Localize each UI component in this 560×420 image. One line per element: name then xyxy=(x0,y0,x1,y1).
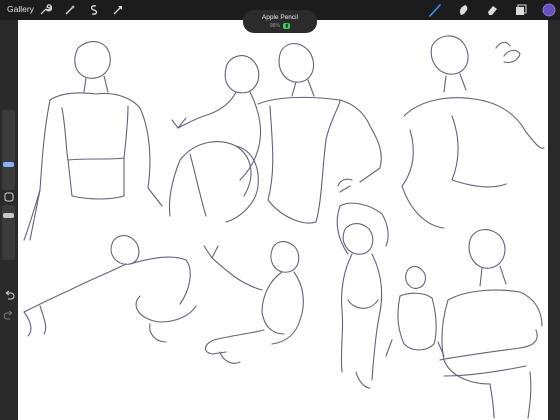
sketch-figure-seated xyxy=(168,55,262,223)
sketch-figure-raised-leg xyxy=(203,241,304,364)
sketch-figure-crossed-arms xyxy=(439,229,543,419)
sketch-figure-torso-left xyxy=(23,41,163,241)
sketch-figure-small-standing xyxy=(385,265,445,357)
sketch-figure-reclining xyxy=(257,43,382,224)
figure-sketches xyxy=(23,35,545,419)
sketch-figure-torso-right xyxy=(401,35,545,229)
sketch-figure-lunge xyxy=(23,235,197,343)
sketch-figure-arms-up xyxy=(336,202,389,389)
